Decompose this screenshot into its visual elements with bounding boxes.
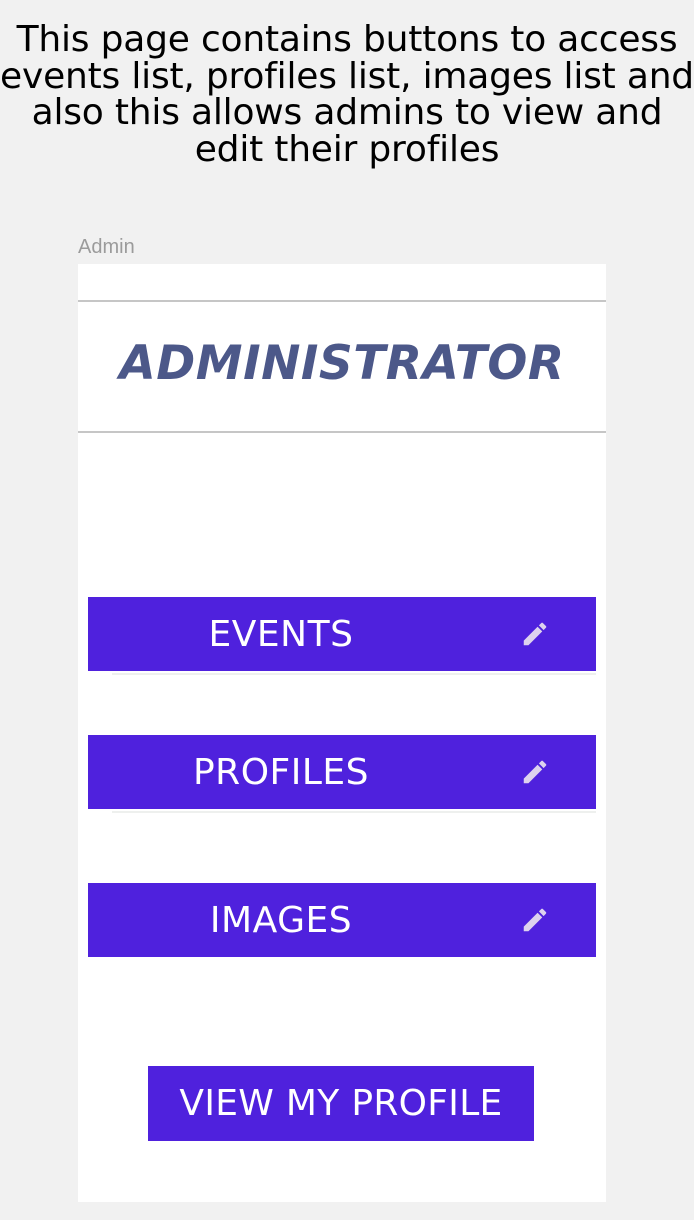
- view-my-profile-button[interactable]: VIEW MY PROFILE: [148, 1066, 534, 1141]
- pencil-icon[interactable]: [520, 905, 550, 935]
- page-description: This page contains buttons to access eve…: [0, 19, 694, 170]
- pencil-icon[interactable]: [520, 619, 550, 649]
- admin-screen: ADMINISTRATOR EVENTS PROFILES IMAGES VIE…: [78, 264, 606, 1202]
- profiles-button-label: PROFILES: [192, 752, 370, 793]
- button-shadow: [112, 811, 596, 813]
- frame-label: Admin: [78, 236, 135, 258]
- images-button-label: IMAGES: [209, 900, 353, 941]
- events-button-label: EVENTS: [208, 614, 354, 655]
- page-title: ADMINISTRATOR: [119, 336, 565, 391]
- events-button[interactable]: EVENTS: [88, 597, 596, 675]
- header-divider-bottom: [78, 431, 606, 433]
- profiles-button[interactable]: PROFILES: [88, 735, 596, 813]
- images-button[interactable]: IMAGES: [88, 883, 596, 957]
- pencil-icon[interactable]: [520, 757, 550, 787]
- button-shadow: [112, 673, 596, 675]
- header-divider-top: [78, 300, 606, 302]
- description-text: This page contains buttons to access eve…: [0, 19, 694, 170]
